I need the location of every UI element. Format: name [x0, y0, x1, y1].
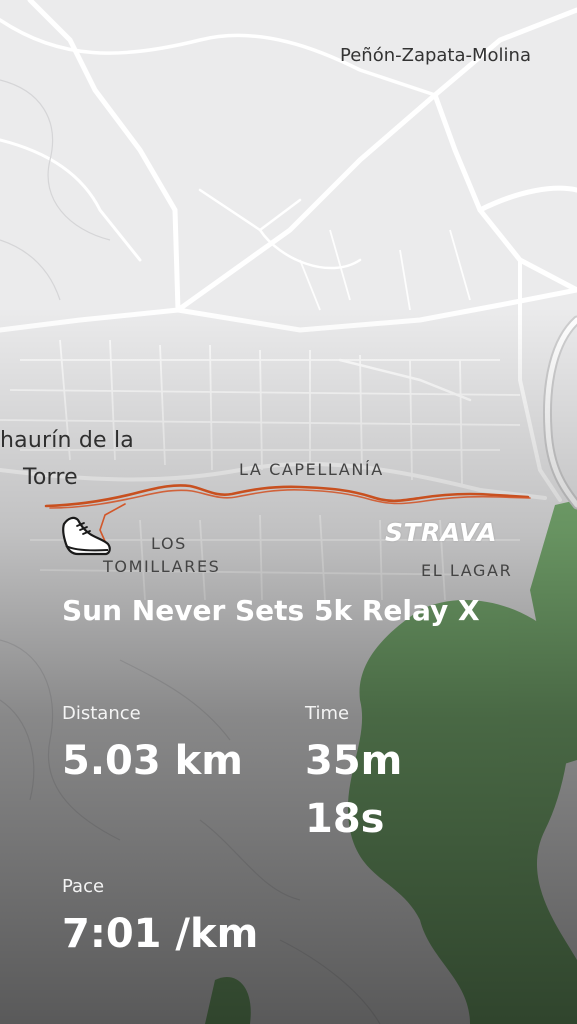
place-label-el-lagar: EL LAGAR	[421, 561, 513, 580]
strava-logo: STRAVA	[385, 518, 497, 547]
place-label-alhaurin-line1: haurín de la	[0, 428, 134, 453]
pace-label: Pace	[62, 876, 105, 897]
activity-title: Sun Never Sets 5k Relay X	[62, 594, 480, 627]
distance-value: 5.03 km	[62, 738, 243, 784]
place-label-la-capellania: LA CAPELLANÍA	[239, 460, 384, 479]
place-label-tomillares: TOMILLARES	[103, 557, 221, 576]
place-label-los: LOS	[151, 534, 187, 553]
place-label-alhaurin-line2: Torre	[23, 465, 78, 490]
time-value: 35m 18s	[305, 738, 403, 842]
pace-value: 7:01 /km	[62, 911, 259, 957]
running-shoe-icon	[62, 516, 111, 556]
time-label: Time	[305, 703, 350, 724]
distance-label: Distance	[62, 703, 141, 724]
place-label-penon: Peñón-Zapata-Molina	[340, 45, 531, 66]
